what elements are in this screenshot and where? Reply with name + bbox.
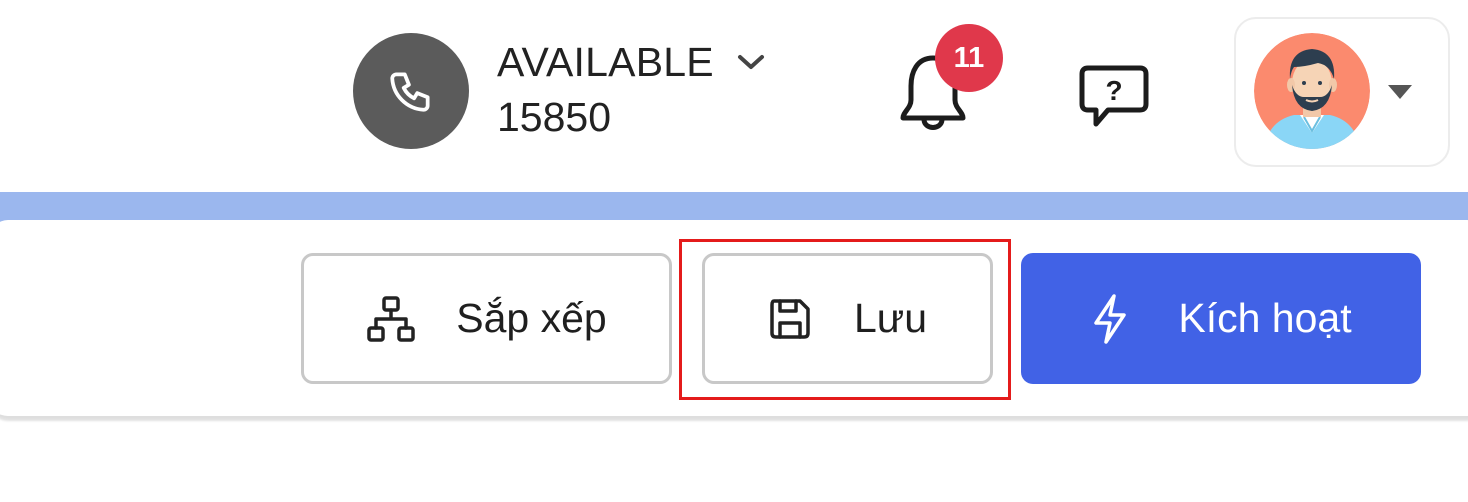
profile-menu[interactable] — [1234, 17, 1450, 167]
help-button[interactable]: ? — [1078, 64, 1150, 130]
top-header: AVAILABLE 15850 11 ? — [0, 0, 1468, 192]
arrange-button[interactable]: Sắp xếp — [301, 253, 672, 384]
floppy-disk-icon — [768, 297, 812, 341]
extension-number: 15850 — [497, 94, 612, 140]
phone-icon — [390, 72, 430, 112]
lightning-bolt-icon — [1090, 293, 1130, 345]
svg-text:?: ? — [1105, 75, 1122, 106]
arrange-button-label: Sắp xếp — [456, 295, 607, 341]
notification-count-badge: 11 — [935, 24, 1003, 92]
activate-button[interactable]: Kích hoạt — [1021, 253, 1421, 384]
status-label: AVAILABLE — [497, 38, 714, 85]
avatar[interactable] — [1254, 33, 1370, 149]
chevron-down-icon[interactable] — [736, 52, 766, 72]
phone-button[interactable] — [353, 33, 469, 149]
caret-down-icon[interactable] — [1386, 83, 1414, 106]
status-dropdown[interactable]: AVAILABLE — [497, 36, 766, 88]
help-chat-icon: ? — [1079, 65, 1149, 127]
save-button-label: Lưu — [853, 295, 928, 341]
activate-button-label: Kích hoạt — [1178, 295, 1352, 341]
save-button[interactable]: Lưu — [702, 253, 993, 384]
agent-status: AVAILABLE 15850 — [497, 36, 766, 141]
sitemap-icon — [366, 294, 416, 344]
